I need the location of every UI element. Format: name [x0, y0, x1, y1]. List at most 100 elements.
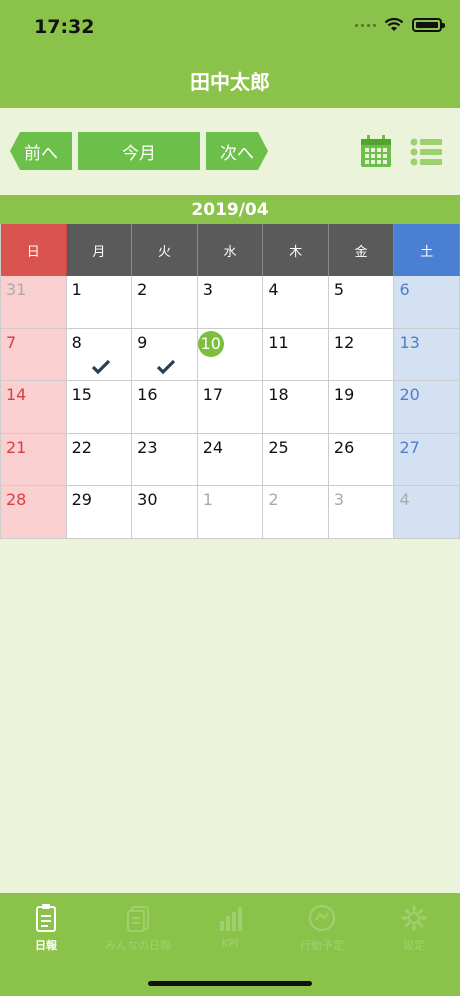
clipboard-icon [36, 904, 56, 932]
calendar-day-cell[interactable]: 16 [132, 381, 198, 434]
page-title: 田中太郎 [190, 70, 270, 94]
weekday-tuesday: 火 [132, 224, 198, 276]
status-time: 17:32 [34, 16, 95, 38]
calendar-day-cell[interactable]: 1 [66, 276, 133, 329]
weekday-monday: 月 [66, 224, 133, 276]
calendar-day-cell[interactable]: 15 [66, 381, 133, 434]
calendar-day-cell[interactable]: 22 [66, 433, 133, 486]
calendar-day-cell[interactable]: 27 [394, 433, 460, 486]
calendar-day-cell[interactable]: 31 [1, 276, 67, 329]
day-number: 11 [268, 332, 289, 352]
month-label: 2019/04 [0, 195, 460, 224]
day-number: 14 [6, 385, 27, 404]
calendar-day-cell[interactable]: 5 [328, 276, 395, 329]
day-number: 1 [71, 280, 82, 299]
gear-icon [401, 905, 427, 931]
calendar-day-cell[interactable]: 29 [66, 486, 133, 539]
tab-label: 行動予定 [300, 939, 344, 952]
calendar-day-cell[interactable]: 6 [394, 276, 460, 329]
day-number: 19 [333, 385, 355, 404]
calendar-day-cell[interactable]: 4 [263, 276, 329, 329]
day-number: 20 [399, 385, 420, 404]
calendar-week-row: 28 29 30 1 2 3 4 [1, 486, 460, 539]
calendar-day-cell[interactable]: 14 [1, 381, 67, 434]
tab-everyone-reports[interactable]: みんなの日報 [92, 903, 184, 958]
calendar-day-cell[interactable]: 3 [197, 276, 264, 329]
battery-icon [412, 18, 445, 32]
tab-action-plan[interactable]: 行動予定 [276, 903, 368, 958]
tab-label: 日報 [35, 939, 57, 952]
calendar-day-cell[interactable]: 24 [197, 433, 264, 486]
tab-label: みんなの日報 [105, 939, 171, 952]
weekday-saturday: 土 [394, 224, 460, 276]
day-number: 13 [399, 332, 420, 352]
day-number: 9 [137, 332, 148, 352]
tab-label: KPI [221, 937, 239, 950]
list-view-icon[interactable] [410, 138, 442, 166]
prev-month-button[interactable]: 前へ [10, 132, 72, 170]
calendar-day-cell[interactable]: 8 [66, 328, 133, 381]
calendar-day-cell[interactable]: 18 [263, 381, 329, 434]
day-number: 17 [202, 385, 224, 404]
weekday-wednesday: 水 [197, 224, 264, 276]
day-number: 31 [6, 280, 27, 299]
calendar-day-cell[interactable]: 26 [328, 433, 395, 486]
calendar-day-cell[interactable]: 21 [1, 433, 67, 486]
day-number: 6 [399, 280, 410, 299]
wifi-icon [384, 18, 404, 31]
calendar-day-cell[interactable]: 11 [263, 328, 329, 381]
calendar-view-icon[interactable] [360, 134, 392, 168]
calendar-day-cell[interactable]: 2 [263, 486, 329, 539]
tab-daily-report[interactable]: 日報 [0, 903, 92, 958]
day-number: 15 [71, 385, 92, 404]
tab-kpi[interactable]: KPI [184, 903, 276, 958]
calendar-day-cell[interactable]: 28 [1, 486, 67, 539]
calendar-day-cell[interactable]: 12 [328, 328, 395, 381]
check-icon [157, 359, 176, 374]
day-number: 12 [333, 332, 355, 352]
day-number: 25 [268, 437, 289, 457]
weekday-friday: 金 [328, 224, 395, 276]
home-indicator [148, 981, 312, 986]
weekday-sunday: 日 [1, 224, 67, 276]
calendar-day-cell[interactable]: 2 [132, 276, 198, 329]
day-number: 8 [71, 332, 82, 352]
calendar-day-cell[interactable]: 20 [394, 381, 460, 434]
day-number: 18 [268, 385, 289, 404]
calendar-day-cell[interactable]: 30 [132, 486, 198, 539]
calendar-day-cell[interactable]: 1 [197, 486, 264, 539]
plan-circle-icon [308, 904, 336, 932]
day-number: 26 [333, 437, 355, 457]
day-number: 24 [202, 437, 224, 457]
calendar-day-cell[interactable]: 7 [1, 328, 67, 381]
weekday-thursday: 木 [263, 224, 329, 276]
calendar-day-cell[interactable]: 3 [328, 486, 395, 539]
day-number: 7 [6, 332, 17, 352]
calendar-day-cell[interactable]: 23 [132, 433, 198, 486]
status-icons [355, 18, 445, 32]
next-month-button[interactable]: 次へ [206, 132, 268, 170]
day-number: 27 [399, 437, 420, 457]
calendar-day-cell[interactable]: 9 [132, 328, 198, 381]
day-number: 2 [268, 490, 279, 509]
day-number: 3 [333, 490, 345, 509]
this-month-button[interactable]: 今月 [78, 132, 200, 170]
day-number: 22 [71, 437, 92, 457]
calendar-grid: 日 月 火 水 木 金 土 31 1 2 3 4 5 6 7 8 9 10 11 12 13 14 15 16 1… [0, 224, 460, 539]
calendar-day-cell[interactable]: 17 [197, 381, 264, 434]
calendar-week-row: 14 15 16 17 18 19 20 [1, 381, 460, 434]
calendar-day-cell[interactable]: 10 [197, 328, 264, 381]
bar-chart-icon [220, 907, 242, 931]
tab-settings[interactable]: 設定 [368, 903, 460, 958]
day-number: 2 [137, 280, 148, 299]
tab-label: 設定 [403, 939, 425, 952]
check-icon [91, 359, 110, 374]
day-number: 5 [333, 280, 345, 299]
day-number: 28 [6, 490, 27, 509]
header-bar: 17:32 田中太郎 [0, 0, 460, 108]
calendar-day-cell[interactable]: 25 [263, 433, 329, 486]
day-number: 3 [202, 280, 213, 299]
calendar-day-cell[interactable]: 4 [394, 486, 460, 539]
calendar-day-cell[interactable]: 13 [394, 328, 460, 381]
calendar-day-cell[interactable]: 19 [328, 381, 395, 434]
